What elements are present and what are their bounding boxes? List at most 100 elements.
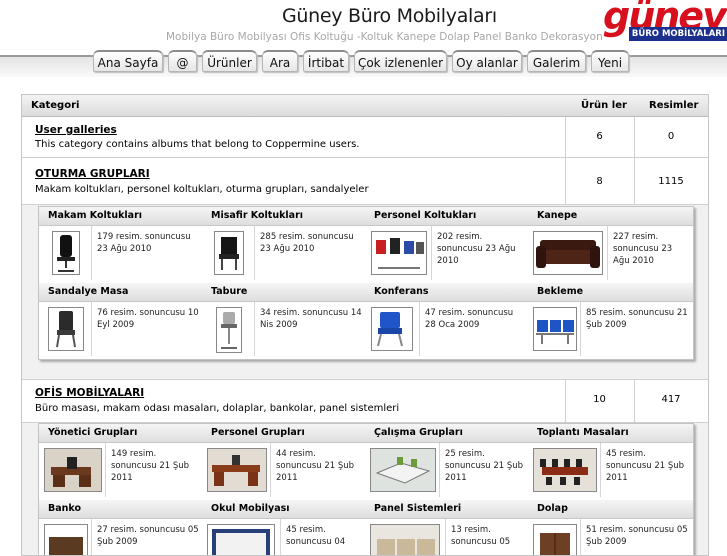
subcategory-info: 47 resim. sonuncusu 28 Oca 2009 xyxy=(425,308,514,330)
thumbnail[interactable] xyxy=(365,302,420,356)
meeting-table-icon xyxy=(534,449,596,491)
subcategory-info: 149 resim. sonuncusu 21 Şub 2011 xyxy=(111,449,190,483)
subcategory-grid: Yönetici Grupları 149 resim. sonuncusu 2… xyxy=(38,423,694,555)
site-header: Güney Büro Mobilyaları Mobilya Büro Mobi… xyxy=(0,0,727,56)
tab-ara[interactable]: Ara xyxy=(262,50,298,72)
thumbnail[interactable] xyxy=(365,519,446,555)
site-logo[interactable]: güney BÜRO MOBİLYALARI xyxy=(603,0,727,46)
thumbnail[interactable] xyxy=(365,443,440,497)
header-albums: Ürün ler xyxy=(581,100,627,111)
picture-count: 1115 xyxy=(658,176,684,187)
subcategory-link[interactable]: Çalışma Grupları xyxy=(374,427,463,438)
category-row: OFİS MOBİLYALARI Büro masası, makam odas… xyxy=(22,380,708,423)
thumbnail[interactable] xyxy=(39,443,106,497)
tab-at[interactable]: @ xyxy=(168,50,197,72)
tab-galerim[interactable]: Galerim xyxy=(527,50,586,72)
subcategory-link[interactable]: Tabure xyxy=(211,286,247,297)
subcategory-link[interactable]: Misafir Koltukları xyxy=(211,210,303,221)
staff-desk-icon xyxy=(208,449,266,491)
site-title: Güney Büro Mobilyaları xyxy=(282,5,497,27)
subcategory-link[interactable]: Personel Koltukları xyxy=(374,210,476,221)
category-table: Kategori Ürün ler Resimler User gallerie… xyxy=(21,94,709,556)
category-description: Makam koltukları, personel koltukları, o… xyxy=(35,184,369,195)
category-link[interactable]: OTURMA GRUPLARI xyxy=(35,168,150,180)
thumbnail[interactable] xyxy=(528,443,601,497)
subcategory-link[interactable]: Yönetici Grupları xyxy=(48,427,137,438)
tab-cok-izlenenler[interactable]: Çok izlenenler xyxy=(354,50,447,72)
thumbnail[interactable] xyxy=(39,519,92,555)
category-row: User galleries This category contains al… xyxy=(22,117,708,158)
subcategory-info: 44 resim. sonuncusu 21 Şub 2011 xyxy=(276,449,355,483)
album-count: 8 xyxy=(596,176,603,187)
header-pictures: Resimler xyxy=(649,100,699,111)
thumbnail[interactable] xyxy=(39,226,92,280)
subcategory-info: 13 resim. sonuncusu 05 xyxy=(451,525,511,547)
subcategory-info: 45 resim. sonuncusu 04 xyxy=(286,525,346,547)
subcategory-link[interactable]: Kanepe xyxy=(537,210,577,221)
panel-system-icon xyxy=(371,525,439,555)
subcategory-link[interactable]: Personel Grupları xyxy=(211,427,305,438)
subcategory-link[interactable]: Makam Koltukları xyxy=(48,210,142,221)
thumbnail[interactable] xyxy=(528,226,608,280)
header-category: Kategori xyxy=(31,100,80,111)
category-link[interactable]: User galleries xyxy=(35,124,117,136)
subcategory-info: 85 resim. sonuncusu 21 Şub 2009 xyxy=(586,308,688,330)
subcategory-info: 51 resim. sonuncusu 05 Şub 2009 xyxy=(586,525,688,547)
stool-icon xyxy=(221,312,237,349)
executive-desk-icon xyxy=(45,449,101,491)
category-description: Büro masası, makam odası masaları, dolap… xyxy=(35,403,400,414)
category-link[interactable]: OFİS MOBİLYALARI xyxy=(35,387,144,399)
subcategory-link[interactable]: Toplantı Masaları xyxy=(537,427,629,438)
table-header: Kategori Ürün ler Resimler xyxy=(22,95,708,117)
conference-chair-icon xyxy=(377,312,403,347)
thumbnail[interactable] xyxy=(202,302,255,356)
subcategory-link[interactable]: Sandalye Masa xyxy=(48,286,128,297)
subcategory-info: 34 resim. sonuncusu 14 Nis 2009 xyxy=(260,308,362,330)
subcategory-info: 285 resim. sonuncusu 23 Ağu 2010 xyxy=(260,232,354,254)
subcategory-link[interactable]: Bekleme xyxy=(537,286,583,297)
thumbnail[interactable] xyxy=(528,519,581,555)
staff-chairs-icon xyxy=(376,238,424,269)
logo-tagline: BÜRO MOBİLYALARI xyxy=(629,27,727,41)
subcategory-info: 227 resim. sonuncusu 23 Ağu 2010 xyxy=(613,232,673,266)
tab-urunler[interactable]: Ürünler xyxy=(202,50,257,72)
sofa-icon xyxy=(536,240,600,268)
subcategory-link[interactable]: Okul Mobilyası xyxy=(211,503,290,514)
thumbnail[interactable] xyxy=(528,302,581,356)
guest-chair-icon xyxy=(219,237,239,270)
subcategory-info: 202 resim. sonuncusu 23 Ağu 2010 xyxy=(437,232,516,266)
thumbnail[interactable] xyxy=(39,302,92,356)
subcategory-info: 27 resim. sonuncusu 05 Şub 2009 xyxy=(97,525,199,547)
category-description: This category contains albums that belon… xyxy=(35,139,360,150)
tab-oy-alanlar[interactable]: Oy alanlar xyxy=(452,50,522,72)
thumbnail[interactable] xyxy=(202,226,255,280)
subcategory-info: 76 resim. sonuncusu 10 Eyl 2009 xyxy=(97,308,199,330)
subcategory-link[interactable]: Banko xyxy=(48,503,81,514)
subcategory-info: 45 resim. sonuncusu 21 Şub 2011 xyxy=(606,449,685,483)
thumbnail[interactable] xyxy=(202,519,281,555)
dining-chair-icon xyxy=(56,311,76,348)
site-description: Mobilya Büro Mobilyası Ofis Koltuğu -Kol… xyxy=(166,31,603,43)
cabinet-icon xyxy=(540,533,570,555)
executive-chair-icon xyxy=(57,235,75,272)
thumbnail[interactable] xyxy=(365,226,432,280)
tab-irtibat[interactable]: İrtibat xyxy=(303,50,349,72)
subcategory-grid: Makam Koltukları 179 resim. sonuncusu 23… xyxy=(38,206,694,360)
tab-ana-sayfa[interactable]: Ana Sayfa xyxy=(93,50,163,72)
workstation-icon xyxy=(371,449,435,491)
waiting-seats-icon xyxy=(536,320,574,344)
album-count: 10 xyxy=(593,394,606,405)
thumbnail[interactable] xyxy=(202,443,271,497)
subcategory-area: Makam Koltukları 179 resim. sonuncusu 23… xyxy=(22,205,708,380)
subcategory-link[interactable]: Panel Sistemleri xyxy=(374,503,461,514)
subcategory-info: 179 resim. sonuncusu 23 Ağu 2010 xyxy=(97,232,191,254)
reception-desk-icon xyxy=(49,537,83,555)
picture-count: 417 xyxy=(661,394,681,405)
subcategory-link[interactable]: Konferans xyxy=(374,286,429,297)
subcategory-area: Yönetici Grupları 149 resim. sonuncusu 2… xyxy=(22,423,708,555)
subcategory-info: 25 resim. sonuncusu 21 Şub 2011 xyxy=(445,449,524,483)
subcategory-link[interactable]: Dolap xyxy=(537,503,568,514)
tab-yeni[interactable]: Yeni xyxy=(591,50,629,72)
album-count: 6 xyxy=(596,131,603,142)
school-board-icon xyxy=(212,529,270,555)
